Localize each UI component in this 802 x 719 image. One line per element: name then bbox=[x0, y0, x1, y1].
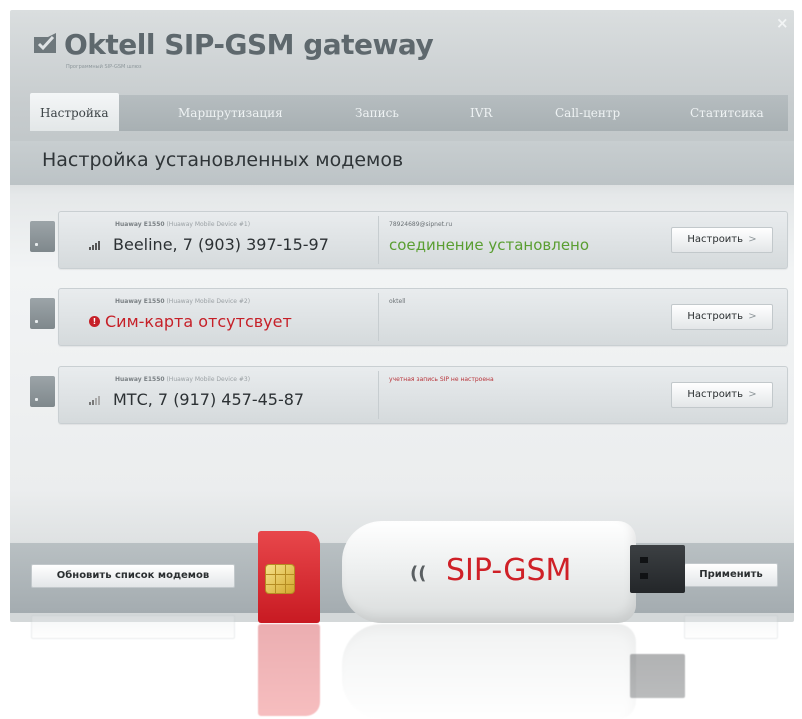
usb-modem-reflection bbox=[342, 624, 636, 719]
signal-icon bbox=[89, 396, 100, 405]
modem-sip-account: oktell bbox=[389, 298, 406, 305]
usb-modem-label: SIP-GSM bbox=[446, 553, 572, 588]
modem-error-text: Сим-карта отсутсвует bbox=[105, 312, 292, 331]
tab-ivr[interactable]: IVR bbox=[470, 95, 492, 131]
modem-row: Huaway E1550 (Huaway Mobile Device #3) М… bbox=[58, 366, 788, 424]
configure-button[interactable]: Настроить > bbox=[671, 304, 773, 330]
sim-chip-icon bbox=[265, 564, 295, 594]
modem-slot-icon bbox=[30, 298, 55, 329]
configure-button[interactable]: Настроить > bbox=[671, 227, 773, 253]
app-subtitle: Программный SIP-GSM шлюз bbox=[66, 64, 142, 70]
signal-icon bbox=[89, 241, 100, 250]
tab-call-center[interactable]: Call-центр bbox=[555, 95, 620, 131]
sim-card-image bbox=[258, 531, 320, 623]
modem-sip-account: учетная запись SIP не настроена bbox=[389, 376, 494, 383]
error-icon: ! bbox=[89, 316, 100, 327]
tab-statistics[interactable]: Статитсика bbox=[690, 95, 764, 131]
wireless-wave-icon: (( bbox=[410, 563, 427, 584]
modem-operator: МТС, 7 (917) 457-45-87 bbox=[113, 390, 305, 409]
chevron-right-icon: > bbox=[748, 311, 757, 322]
modem-device: Huaway E1550 (Huaway Mobile Device #2) bbox=[115, 298, 251, 305]
modem-row: Huaway E1550 (Huaway Mobile Device #2) !… bbox=[58, 288, 788, 346]
configure-button[interactable]: Настроить > bbox=[671, 382, 773, 408]
close-icon[interactable]: × bbox=[776, 14, 789, 32]
usb-connector bbox=[630, 545, 685, 593]
tab-routing[interactable]: Маршрутизация bbox=[178, 95, 283, 131]
usb-connector-reflection bbox=[630, 654, 685, 698]
modem-device: Huaway E1550 (Huaway Mobile Device #1) bbox=[115, 221, 251, 228]
tab-bar: Настройка Маршрутизация Запись IVR Call-… bbox=[30, 93, 788, 131]
refresh-modems-button[interactable]: Обновить список модемов bbox=[31, 564, 235, 588]
modem-slot-icon bbox=[30, 376, 55, 407]
refresh-button-reflection bbox=[31, 615, 235, 639]
tab-settings[interactable]: Настройка bbox=[30, 93, 119, 131]
apply-button-reflection bbox=[684, 615, 778, 639]
modem-device: Huaway E1550 (Huaway Mobile Device #3) bbox=[115, 376, 251, 383]
tab-recording[interactable]: Запись bbox=[355, 95, 399, 131]
modem-operator: Beeline, 7 (903) 397-15-97 bbox=[113, 235, 329, 254]
page-title: Настройка установленных модемов bbox=[42, 149, 404, 171]
chevron-right-icon: > bbox=[748, 389, 757, 400]
oktell-logo-icon bbox=[34, 33, 56, 53]
modem-row: Huaway E1550 (Huaway Mobile Device #1) B… bbox=[58, 211, 788, 269]
app-title: Oktell SIP-GSM gateway bbox=[64, 28, 434, 61]
apply-button[interactable]: Применить bbox=[684, 563, 778, 587]
chevron-right-icon: > bbox=[748, 234, 757, 245]
sim-card-reflection bbox=[258, 624, 320, 716]
modem-status: соединение установлено bbox=[389, 236, 590, 254]
modem-sip-account: 78924689@sipnet.ru bbox=[389, 221, 453, 228]
modem-slot-icon bbox=[30, 221, 55, 252]
